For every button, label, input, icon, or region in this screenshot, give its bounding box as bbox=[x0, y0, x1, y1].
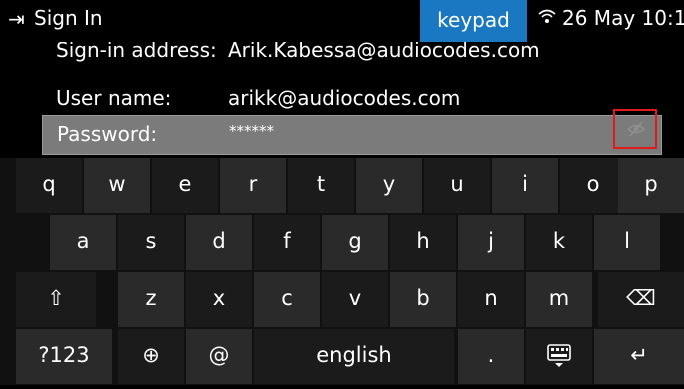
key-language[interactable]: ⊕ bbox=[118, 329, 184, 384]
user-name-label: User name: bbox=[56, 86, 172, 110]
key-l[interactable]: l bbox=[594, 215, 660, 270]
key-m[interactable]: m bbox=[526, 272, 592, 327]
key-f[interactable]: f bbox=[254, 215, 320, 270]
key-t[interactable]: t bbox=[288, 158, 354, 213]
key-e[interactable]: e bbox=[152, 158, 218, 213]
eye-slash-icon bbox=[627, 121, 645, 137]
key-k[interactable]: k bbox=[526, 215, 592, 270]
key-enter[interactable]: ↵ bbox=[594, 329, 684, 384]
key-shift[interactable]: ⇧ bbox=[16, 272, 96, 327]
key-i[interactable]: i bbox=[492, 158, 558, 213]
enter-icon: ↵ bbox=[630, 343, 648, 367]
key-j[interactable]: j bbox=[458, 215, 524, 270]
password-value: ****** bbox=[229, 122, 274, 140]
password-label: Password: bbox=[57, 122, 158, 146]
shift-icon: ⇧ bbox=[47, 286, 65, 310]
sign-in-address-row[interactable]: Sign-in address: Arik.Kabessa@audiocodes… bbox=[42, 42, 662, 70]
key-hide-keyboard[interactable] bbox=[526, 329, 592, 384]
key-x[interactable]: x bbox=[186, 272, 252, 327]
key-y[interactable]: y bbox=[356, 158, 422, 213]
key-a[interactable]: a bbox=[50, 215, 116, 270]
keypad-button[interactable]: keypad bbox=[420, 0, 527, 42]
key-g[interactable]: g bbox=[322, 215, 388, 270]
key-symbols[interactable]: ?123 bbox=[16, 329, 112, 384]
keyboard-icon bbox=[547, 344, 571, 367]
wifi-icon bbox=[538, 9, 556, 23]
key-o[interactable]: o bbox=[560, 158, 626, 213]
date-time: 26 May 10:10 bbox=[562, 6, 684, 30]
key-w[interactable]: w bbox=[84, 158, 150, 213]
key-u[interactable]: u bbox=[424, 158, 490, 213]
key-h[interactable]: h bbox=[390, 215, 456, 270]
on-screen-keyboard: q w e r t y u i o p a s d f g h j k l ⇧ … bbox=[0, 158, 684, 385]
key-b[interactable]: b bbox=[390, 272, 456, 327]
key-p[interactable]: p bbox=[618, 158, 684, 213]
key-q[interactable]: q bbox=[16, 158, 82, 213]
sign-in-form: Sign-in address: Arik.Kabessa@audiocodes… bbox=[0, 42, 684, 158]
key-v[interactable]: v bbox=[322, 272, 388, 327]
key-period[interactable]: . bbox=[458, 329, 524, 384]
key-c[interactable]: c bbox=[254, 272, 320, 327]
key-at[interactable]: @ bbox=[186, 329, 252, 384]
key-z[interactable]: z bbox=[118, 272, 184, 327]
key-d[interactable]: d bbox=[186, 215, 252, 270]
globe-icon: ⊕ bbox=[142, 343, 160, 367]
sign-in-address-value: Arik.Kabessa@audiocodes.com bbox=[228, 42, 540, 62]
key-backspace[interactable]: ⌫ bbox=[598, 272, 684, 327]
password-field[interactable]: Password: ****** bbox=[42, 115, 662, 155]
page-title: Sign In bbox=[34, 6, 103, 30]
show-password-button[interactable] bbox=[613, 109, 657, 149]
sign-in-address-label: Sign-in address: bbox=[56, 42, 217, 62]
key-s[interactable]: s bbox=[118, 215, 184, 270]
key-r[interactable]: r bbox=[220, 158, 286, 213]
sign-in-icon: ⇥ bbox=[8, 7, 25, 31]
user-name-row[interactable]: User name: arikk@audiocodes.com bbox=[42, 82, 662, 118]
key-n[interactable]: n bbox=[458, 272, 524, 327]
key-space[interactable]: english bbox=[254, 329, 454, 384]
user-name-value: arikk@audiocodes.com bbox=[228, 86, 461, 110]
backspace-icon: ⌫ bbox=[626, 286, 656, 310]
